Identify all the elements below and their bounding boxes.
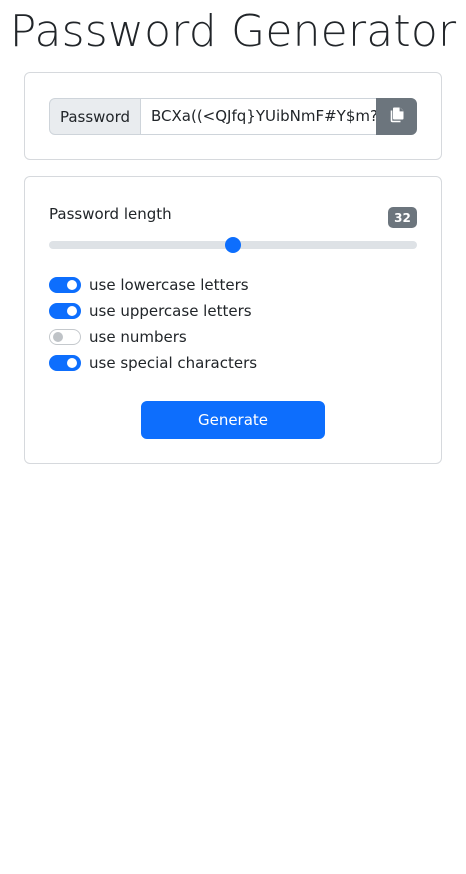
- option-numbers[interactable]: use numbers: [49, 327, 187, 347]
- copy-button[interactable]: [376, 98, 417, 135]
- numbers-toggle[interactable]: [49, 329, 81, 345]
- uppercase-toggle[interactable]: [49, 303, 81, 319]
- lowercase-label: use lowercase letters: [89, 276, 249, 294]
- length-badge: 32: [388, 207, 417, 228]
- numbers-label: use numbers: [89, 328, 187, 346]
- password-input-group: Password BCXa((<QJfq}YUibNmF#Y$m?.: [49, 98, 417, 135]
- lowercase-toggle[interactable]: [49, 277, 81, 293]
- special-toggle[interactable]: [49, 355, 81, 371]
- option-lowercase[interactable]: use lowercase letters: [49, 275, 249, 295]
- slider-thumb[interactable]: [225, 237, 241, 253]
- password-output-card: Password BCXa((<QJfq}YUibNmF#Y$m?.: [24, 72, 442, 160]
- length-slider[interactable]: [49, 237, 417, 253]
- copy-icon: [389, 106, 405, 127]
- option-uppercase[interactable]: use uppercase letters: [49, 301, 252, 321]
- page-title: Password Generator: [9, 6, 457, 57]
- settings-card: Password length 32 use lowercase letters…: [24, 176, 442, 464]
- password-length-label: Password length: [49, 205, 172, 223]
- password-label: Password: [49, 98, 141, 135]
- uppercase-label: use uppercase letters: [89, 302, 252, 320]
- option-special[interactable]: use special characters: [49, 353, 257, 373]
- password-field[interactable]: BCXa((<QJfq}YUibNmF#Y$m?.: [141, 98, 376, 135]
- special-label: use special characters: [89, 354, 258, 372]
- generate-button[interactable]: Generate: [141, 401, 325, 439]
